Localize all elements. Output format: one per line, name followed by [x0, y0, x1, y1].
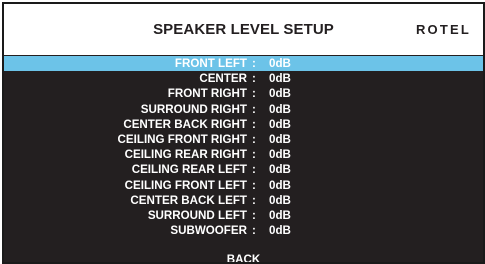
- speaker-level-value[interactable]: 0dB: [269, 178, 291, 193]
- speaker-level-value[interactable]: 0dB: [269, 223, 291, 238]
- osd-screen: SPEAKER LEVEL SETUP ROTEL FRONT LEFT:0dB…: [2, 2, 485, 264]
- speaker-level-value[interactable]: 0dB: [269, 102, 291, 117]
- speaker-label: CENTER BACK LEFT: [130, 193, 247, 207]
- speaker-label: FRONT RIGHT: [167, 87, 247, 101]
- back-button[interactable]: BACK: [4, 254, 483, 263]
- speaker-level-value[interactable]: 0dB: [269, 86, 291, 101]
- speaker-label: SURROUND LEFT: [147, 208, 247, 222]
- speaker-level-value[interactable]: 0dB: [269, 208, 291, 223]
- separator: :: [252, 87, 256, 101]
- speaker-label: CENTER: [199, 72, 247, 86]
- speaker-level-value[interactable]: 0dB: [269, 147, 291, 162]
- separator: :: [252, 57, 256, 70]
- speaker-level-row[interactable]: FRONT LEFT:0dB: [4, 56, 483, 72]
- speaker-level-value[interactable]: 0dB: [269, 117, 291, 132]
- speaker-level-row[interactable]: FRONT RIGHT:0dB: [4, 86, 483, 101]
- speaker-label: CENTER BACK RIGHT: [123, 117, 247, 131]
- separator: :: [252, 208, 256, 222]
- speaker-level-row[interactable]: CENTER BACK LEFT:0dB: [4, 193, 483, 208]
- speaker-level-value[interactable]: 0dB: [269, 132, 291, 147]
- separator: :: [252, 193, 256, 207]
- separator: :: [252, 72, 256, 86]
- speaker-label: FRONT LEFT: [174, 57, 247, 70]
- speaker-level-row[interactable]: SUBWOOFER:0dB: [4, 223, 483, 238]
- separator: :: [252, 117, 256, 131]
- speaker-level-list: FRONT LEFT:0dB CENTER:0dB FRONT RIGHT:0dB S…: [4, 56, 483, 238]
- speaker-label: CEILING FRONT LEFT: [124, 178, 247, 192]
- speaker-level-row[interactable]: CEILING REAR RIGHT:0dB: [4, 147, 483, 162]
- separator: :: [252, 178, 256, 192]
- speaker-level-row[interactable]: CENTER BACK RIGHT:0dB: [4, 117, 483, 132]
- speaker-level-row[interactable]: SURROUND RIGHT:0dB: [4, 102, 483, 117]
- speaker-label: CEILING REAR RIGHT: [124, 148, 247, 162]
- speaker-level-row[interactable]: SURROUND LEFT:0dB: [4, 208, 483, 223]
- speaker-label: SUBWOOFER: [170, 224, 247, 238]
- speaker-level-value[interactable]: 0dB: [269, 193, 291, 208]
- speaker-label: CEILING FRONT RIGHT: [117, 132, 247, 146]
- separator: :: [252, 163, 256, 177]
- separator: :: [252, 148, 256, 162]
- speaker-label: SURROUND RIGHT: [140, 102, 247, 116]
- page-title: SPEAKER LEVEL SETUP: [153, 21, 334, 38]
- speaker-level-row[interactable]: CENTER:0dB: [4, 71, 483, 86]
- speaker-label: CEILING REAR LEFT: [131, 163, 247, 177]
- speaker-level-row[interactable]: CEILING REAR LEFT:0dB: [4, 162, 483, 177]
- speaker-level-value[interactable]: 0dB: [269, 71, 291, 86]
- speaker-level-value[interactable]: 0dB: [269, 56, 291, 71]
- speaker-level-row[interactable]: CEILING FRONT RIGHT:0dB: [4, 132, 483, 147]
- separator: :: [252, 132, 256, 146]
- header-bar: SPEAKER LEVEL SETUP ROTEL: [4, 4, 483, 55]
- brand-logo: ROTEL: [415, 22, 471, 37]
- separator: :: [252, 224, 256, 238]
- speaker-level-value[interactable]: 0dB: [269, 162, 291, 177]
- speaker-level-row[interactable]: CEILING FRONT LEFT:0dB: [4, 178, 483, 193]
- separator: :: [252, 102, 256, 116]
